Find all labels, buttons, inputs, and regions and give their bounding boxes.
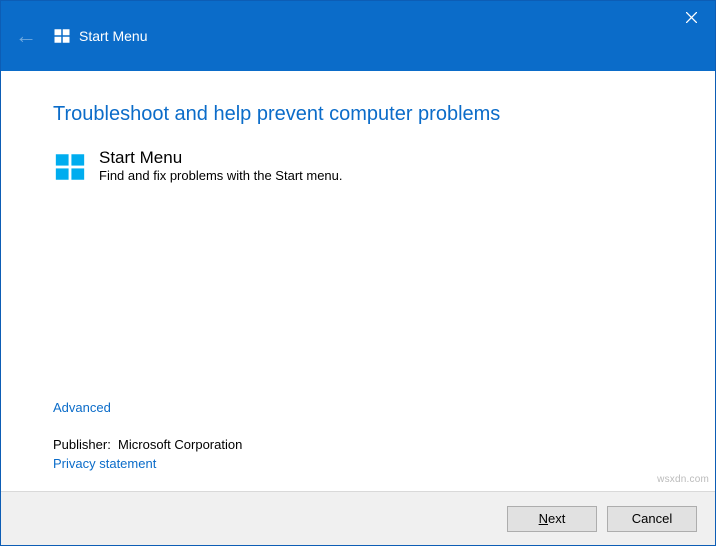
cancel-button[interactable]: Cancel [607, 506, 697, 532]
back-icon[interactable]: ← [15, 25, 37, 47]
close-button[interactable] [667, 1, 715, 33]
troubleshooter-item: Start Menu Find and fix problems with th… [53, 148, 663, 184]
troubleshooter-text: Start Menu Find and fix problems with th… [99, 148, 343, 183]
windows-logo-icon [53, 27, 71, 45]
publisher-row: Publisher: Microsoft Corporation [53, 437, 663, 452]
page-heading: Troubleshoot and help prevent computer p… [53, 103, 663, 126]
content-area: Troubleshoot and help prevent computer p… [1, 71, 715, 491]
next-rest: ext [548, 511, 565, 526]
advanced-link[interactable]: Advanced [53, 400, 111, 415]
watermark: wsxdn.com [657, 474, 709, 485]
footer-bar: Next Cancel [1, 491, 715, 545]
privacy-statement-link[interactable]: Privacy statement [53, 456, 156, 471]
troubleshooter-description: Find and fix problems with the Start men… [99, 168, 343, 183]
titlebar: ← Start Menu [1, 1, 715, 71]
troubleshooter-title: Start Menu [99, 148, 343, 168]
next-button[interactable]: Next [507, 506, 597, 532]
windows-logo-icon [53, 150, 87, 184]
next-accesskey: N [539, 511, 548, 526]
window-title: Start Menu [79, 28, 147, 44]
publisher-label: Publisher: [53, 437, 111, 452]
publisher-value: Microsoft Corporation [118, 437, 242, 452]
